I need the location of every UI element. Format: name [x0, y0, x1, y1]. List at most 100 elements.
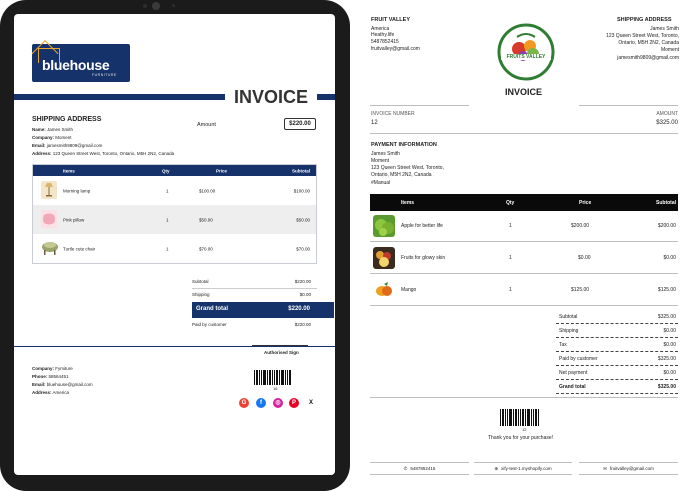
payment-line: 123 Queen Street West, Toronto,	[371, 165, 444, 171]
col-price: Price	[579, 199, 592, 206]
store-line: 5487852415	[371, 39, 399, 45]
paid-label: Paid by customer	[559, 356, 598, 362]
tax-value: $0.00	[663, 342, 676, 348]
col-subtotal: Subtotal	[656, 199, 676, 206]
store-line: fruitvalley@gmail.com	[371, 46, 420, 52]
lamp-image	[41, 181, 57, 199]
tablet-sensor	[143, 4, 147, 8]
shipping-value: $0.00	[663, 328, 676, 334]
col-qty: Qty	[506, 199, 515, 206]
payment-line: Ontario, M5H 2N2, Canada	[371, 172, 432, 178]
x-icon[interactable]: X	[306, 398, 316, 408]
logo-text: FRUITS VALLEY	[501, 54, 551, 60]
tablet-sensor	[172, 4, 175, 7]
paid-value: $325.00	[657, 356, 676, 362]
tablet-camera	[152, 2, 160, 10]
footer-divider	[14, 346, 335, 347]
authorised-sign: Authorised Sign	[264, 350, 299, 355]
footer-phone: ✆ 5487852415	[370, 462, 469, 475]
mail-icon: ✉	[603, 465, 607, 471]
store-name: FRUIT VALLEY	[371, 17, 411, 23]
footer-address: Address: America	[32, 390, 70, 395]
shipping-line: James Smith	[650, 26, 679, 32]
payment-line: #Manual	[371, 180, 391, 186]
footer-company: Company: Fymiture	[32, 366, 73, 371]
payment-heading: PAYMENT INFORMATION	[371, 142, 437, 148]
col-qty: Qty	[162, 168, 170, 173]
table-row: Morning lamp 1 $100.00 $100.00	[33, 176, 316, 205]
ship-name: Name: James Smith	[32, 127, 74, 132]
amount-label: AMOUNT	[656, 111, 678, 117]
footer-email[interactable]: ✉ fruitvalley@gmail.com	[579, 462, 678, 475]
paid-value: $220.00	[294, 322, 311, 327]
phone-icon: ✆	[403, 465, 408, 471]
amount-value: $220.00	[284, 118, 316, 130]
barcode	[254, 370, 292, 385]
title-bar-left	[14, 94, 225, 100]
shipping-line: Moment	[660, 47, 679, 53]
items-table: Items Qty Price Subtotal Morning lamp 1 …	[32, 164, 317, 264]
col-subtotal: Subtotal	[292, 168, 310, 173]
dashed-divider	[556, 379, 678, 380]
logo-brand: bluehouse	[42, 57, 110, 73]
grand-total-label: Grand total	[196, 306, 229, 312]
fruits-image	[373, 247, 395, 269]
grand-total-value: $325.00	[657, 384, 676, 390]
title-bar-right	[317, 94, 335, 100]
shipping-label: Shipping	[192, 292, 210, 297]
dashed-divider	[556, 323, 678, 324]
dashed-divider	[556, 337, 678, 338]
payment-line: Moment	[371, 158, 390, 164]
net-payment-value: $0.00	[663, 370, 676, 376]
mango-image	[373, 279, 395, 301]
store-line: Heathy.life	[371, 32, 395, 38]
payment-line: James Smith	[371, 151, 400, 157]
col-items: Items	[63, 168, 75, 173]
ship-address: Address: 123 Queen Street West, Toronto,…	[32, 151, 175, 156]
globe-icon: ⊕	[494, 465, 499, 471]
barcode	[500, 409, 540, 426]
grand-total-value: $220.00	[288, 306, 310, 312]
logo-tagline: FURNITURE	[92, 73, 117, 77]
bluehouse-logo: bluehouse FURNITURE	[32, 44, 130, 82]
shipping-heading: SHIPPING ADDRESS	[617, 17, 672, 23]
sign-line	[252, 345, 308, 346]
subtotal-value: $325.00	[657, 314, 676, 320]
table-header: Items Qty Price Subtotal	[33, 165, 316, 176]
shipping-line: jamesmith9809@gmail.com	[617, 55, 679, 61]
instagram-icon[interactable]: ◎	[273, 398, 283, 408]
chair-image	[41, 239, 58, 257]
google-icon[interactable]: G	[239, 398, 249, 408]
divider	[370, 105, 469, 106]
table-row: Turtle cute chair 1 $70.00 $70.00	[33, 234, 316, 263]
shipping-label: Shipping	[559, 328, 579, 334]
table-row: Pink pillow 1 $50.00 $50.00	[33, 205, 316, 234]
pillow-image	[41, 210, 57, 228]
footer-phone: Phone: 58564451	[32, 374, 69, 379]
dashed-divider	[556, 365, 678, 366]
ship-email: Email: jamesmith9809@gmail.com	[32, 143, 103, 148]
facebook-icon[interactable]: f	[256, 398, 266, 408]
dashed-divider	[556, 393, 678, 394]
shipping-heading: SHIPPING ADDRESS	[32, 116, 102, 123]
invoice-title: INVOICE	[234, 87, 309, 107]
left-invoice: bluehouse FURNITURE INVOICE SHIPPING ADD…	[14, 14, 335, 475]
invoice-number: 12	[371, 120, 378, 126]
dashed-divider	[556, 351, 678, 352]
subtotal-label: Subtotal	[559, 314, 578, 320]
divider	[370, 397, 678, 398]
col-price: Price	[216, 168, 228, 173]
tax-label: Tax	[559, 342, 567, 348]
footer-email: Email: bluehouse@gmail.com	[32, 382, 93, 387]
paid-label: Paid by customer	[192, 322, 227, 327]
tablet-frame: bluehouse FURNITURE INVOICE SHIPPING ADD…	[0, 0, 350, 491]
apple-image	[373, 215, 395, 237]
pinterest-icon[interactable]: P	[289, 398, 299, 408]
thank-you: Thank you for your purchase!	[488, 435, 554, 441]
net-payment-label: Net payment	[559, 370, 588, 376]
invoice-number-label: INVOICE NUMBER	[371, 111, 415, 117]
divider	[579, 105, 678, 106]
invoice-title: INVOICE	[505, 87, 543, 97]
barcode-number: 16	[273, 386, 278, 391]
footer-site[interactable]: ⊕ xify-test-1.myshopify.com	[474, 462, 572, 475]
